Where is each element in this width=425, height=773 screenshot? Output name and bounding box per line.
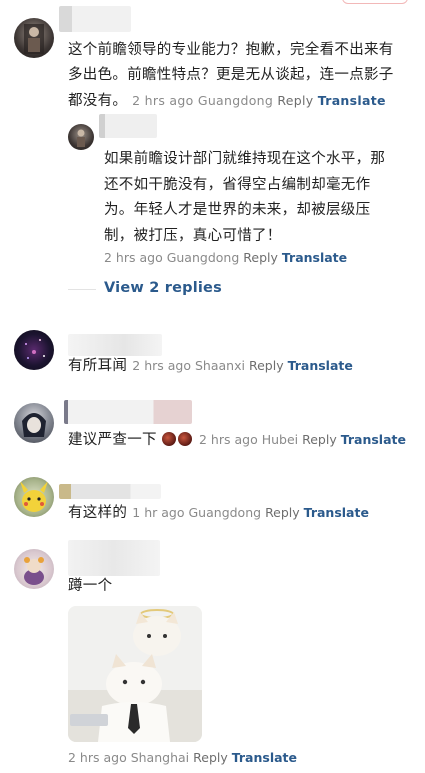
timestamp: 2 hrs ago [132, 358, 192, 373]
avatar[interactable] [68, 124, 94, 150]
comment-text-line: 多出色。前瞻性特点？更是无从谈起，连一点影子 [68, 67, 394, 83]
reply-button[interactable]: Reply [302, 432, 337, 447]
pikachu-icon [20, 481, 48, 512]
translate-button[interactable]: Translate [341, 432, 406, 447]
cat-meme-image [68, 606, 202, 742]
comment-meta: 2 hrs ago Shaanxi Reply Translate [132, 358, 353, 373]
view-replies-link[interactable]: View 2 replies [104, 280, 222, 296]
timestamp: 2 hrs ago [68, 750, 127, 765]
translate-button[interactable]: Translate [288, 358, 353, 373]
top-pill-decoration [342, 0, 408, 4]
location: Shaanxi [195, 358, 245, 373]
reply-button[interactable]: Reply [249, 358, 284, 373]
username-blurred[interactable] [64, 400, 192, 424]
avatar[interactable] [14, 477, 54, 517]
comment-meta: 1 hr ago Guangdong Reply Translate [132, 505, 369, 520]
location: Shanghai [130, 750, 190, 765]
timestamp: 2 hrs ago [199, 432, 258, 447]
comment-text-last-line: 都没有。 2 hrs ago Guangdong Reply Translate [68, 88, 418, 114]
comment-meta: 2 hrs ago Hubei Reply Translate [199, 432, 406, 447]
comment-text-line: 制，被打压，真心可惜了！ [104, 227, 282, 244]
location: Guangdong [197, 93, 274, 108]
fire-emoji-icon [177, 432, 192, 446]
translate-button[interactable]: Translate [232, 750, 297, 765]
reply-button[interactable]: Reply [277, 93, 313, 108]
timestamp: 2 hrs ago [132, 93, 194, 108]
reply-text: 如果前瞻设计部门就维持现在这个水平，那 还不如干脆没有，省得空占编制却毫无作 为… [104, 147, 414, 249]
reply-button[interactable]: Reply [243, 250, 278, 265]
cat-meme-sticker[interactable] [68, 606, 202, 742]
comment-text-line: 都没有。 [68, 93, 128, 109]
timestamp: 1 hr ago [132, 505, 185, 520]
location: Hubei [261, 432, 299, 447]
avatar[interactable] [14, 549, 54, 589]
comment-meta: 2 hrs ago Guangdong Reply Translate [104, 250, 347, 265]
avatar[interactable] [14, 330, 54, 370]
comment-text-line: 还不如干脆没有，省得空占编制却毫无作 [104, 176, 371, 193]
comment-text-line: 为。年轻人才是世界的未来，却被层级压 [104, 202, 371, 218]
username-blurred[interactable] [68, 540, 160, 576]
reply-button[interactable]: Reply [265, 505, 300, 520]
translate-button[interactable]: Translate [304, 505, 369, 520]
comment-text: 有所耳闻 [68, 358, 128, 374]
anime-character-icon [22, 413, 46, 437]
comment-text: 蹲一个 [68, 578, 113, 594]
comment-meta: 2 hrs ago Shanghai Reply Translate [68, 750, 297, 765]
comment-text-line: 如果前瞻设计部门就维持现在这个水平，那 [104, 151, 386, 167]
comment-body: 建议严查一下 2 hrs ago Hubei Reply Translate [68, 428, 406, 453]
avatar-figure-icon [77, 129, 85, 147]
comment-meta: 2 hrs ago Guangdong Reply Translate [132, 93, 386, 108]
comment-text: 有这样的 [68, 505, 128, 521]
translate-button[interactable]: Translate [282, 250, 347, 265]
avatar[interactable] [14, 403, 54, 443]
username-blurred[interactable] [59, 6, 131, 32]
username-blurred[interactable] [68, 334, 162, 356]
galaxy-icon [25, 339, 45, 359]
fire-emoji-icon [161, 432, 176, 446]
comment-text: 建议严查一下 [68, 432, 157, 448]
plush-doll-icon [24, 557, 44, 585]
username-blurred[interactable] [99, 114, 157, 138]
timestamp: 2 hrs ago [104, 250, 163, 265]
location: Guangdong [166, 250, 240, 265]
view-replies-divider [68, 289, 96, 290]
comment-text: 这个前瞻领导的专业能力？抱歉，完全看不出来有 多出色。前瞻性特点？更是无从谈起，… [68, 38, 418, 114]
comment-text-line: 这个前瞻领导的专业能力？抱歉，完全看不出来有 [68, 42, 394, 58]
username-blurred[interactable] [59, 484, 161, 499]
comment-body: 有这样的 1 hr ago Guangdong Reply Translate [68, 501, 369, 526]
comment-body: 有所耳闻 2 hrs ago Shaanxi Reply Translate [68, 354, 353, 379]
avatar-figure-icon [24, 24, 44, 54]
location: Guangdong [188, 505, 262, 520]
translate-button[interactable]: Translate [318, 93, 386, 108]
reply-button[interactable]: Reply [193, 750, 228, 765]
avatar[interactable] [14, 18, 54, 58]
